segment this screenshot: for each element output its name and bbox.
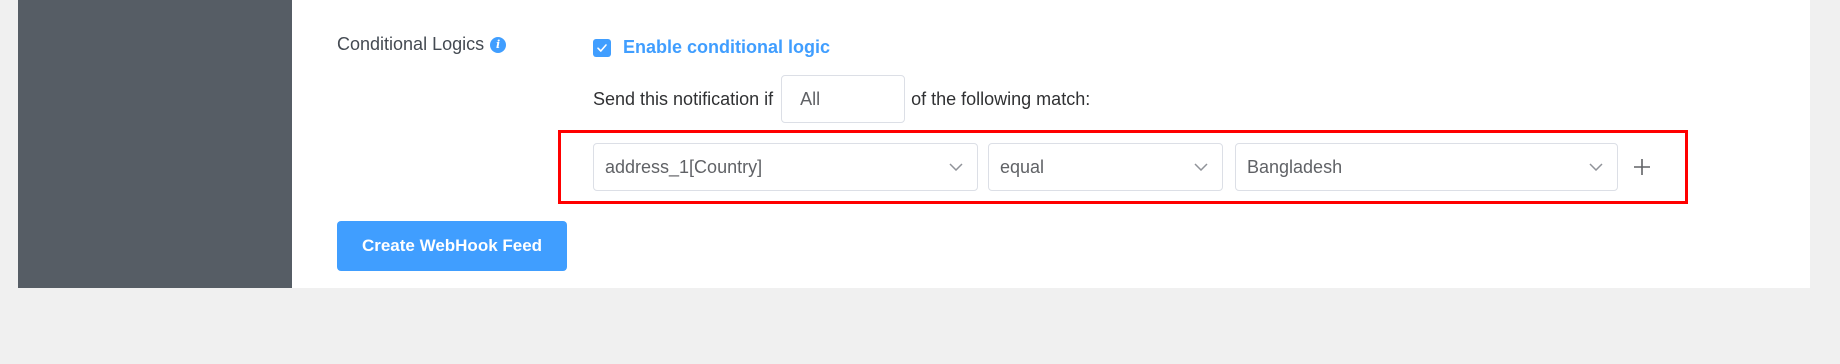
rule-operator-value: equal <box>1000 156 1045 177</box>
chevron-down-icon <box>1589 163 1603 171</box>
send-prefix-text: Send this notification if <box>593 88 774 109</box>
rule-operator-select[interactable]: equal <box>988 143 1223 191</box>
match-type-value: All <box>800 88 821 109</box>
enable-conditional-logic-row[interactable]: Enable conditional logic <box>593 37 830 58</box>
enable-conditional-logic-checkbox[interactable] <box>593 38 611 57</box>
rule-value-text: Bangladesh <box>1247 156 1343 177</box>
rule-field-select[interactable]: address_1[Country] <box>593 143 978 191</box>
conditional-logics-label: Conditional Logics i <box>337 34 507 55</box>
send-suffix-text: of the following match: <box>911 88 1091 109</box>
chevron-down-icon <box>1194 163 1208 171</box>
chevron-down-icon <box>949 163 963 171</box>
plus-icon[interactable] <box>1632 154 1652 180</box>
enable-conditional-logic-label[interactable]: Enable conditional logic <box>623 37 830 58</box>
rule-field-value: address_1[Country] <box>605 156 763 177</box>
admin-sidebar <box>18 0 292 288</box>
rule-value-select[interactable]: Bangladesh <box>1235 143 1618 191</box>
create-webhook-feed-button[interactable]: Create WebHook Feed <box>337 221 567 271</box>
match-type-select[interactable]: All <box>781 75 906 123</box>
info-icon[interactable]: i <box>490 36 507 53</box>
checkmark-icon <box>597 43 607 52</box>
send-notification-row: Send this notification if All of the fol… <box>593 74 1090 124</box>
conditional-logics-label-text: Conditional Logics <box>337 34 485 54</box>
